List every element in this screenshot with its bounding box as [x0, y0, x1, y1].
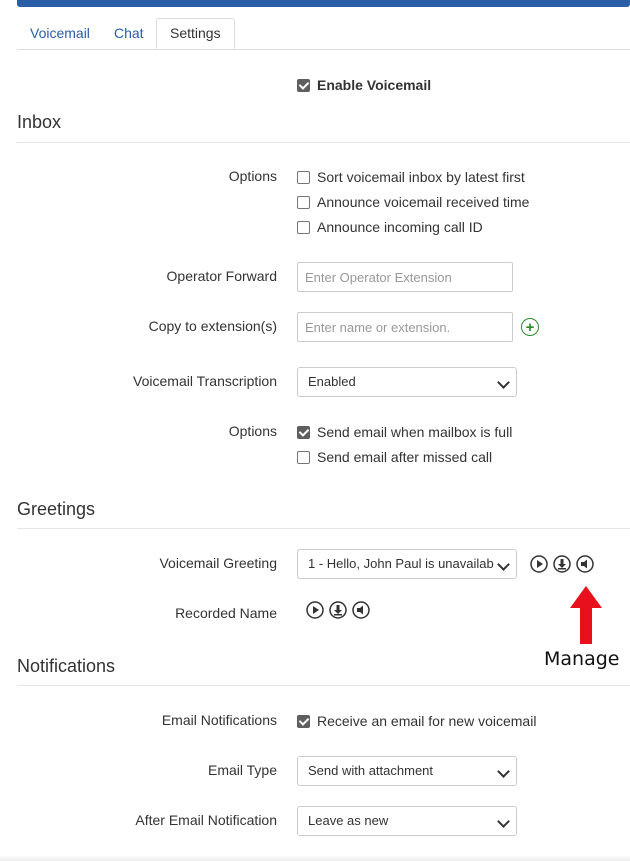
transcription-label: Voicemail Transcription: [133, 373, 277, 389]
annotation-arrow-icon: [570, 586, 602, 649]
enable-voicemail-label: Enable Voicemail: [317, 77, 432, 93]
transcription-value: Enabled: [308, 374, 356, 389]
sort-latest-checkbox[interactable]: [297, 170, 310, 184]
voicemail-greeting-select[interactable]: 1 - Hello, John Paul is unavailab: [297, 549, 517, 579]
option-announce-time[interactable]: Announce voicemail received time: [297, 193, 529, 211]
inbox-heading: Inbox: [17, 112, 62, 132]
announce-time-label: Announce voicemail received time: [317, 194, 530, 210]
tab-settings[interactable]: Settings: [156, 18, 235, 49]
option-mailbox-full[interactable]: Send email when mailbox is full: [297, 423, 512, 441]
operator-forward-input[interactable]: [297, 262, 513, 292]
tab-chat[interactable]: Chat: [101, 18, 157, 49]
inbox-options-label: Options: [228, 168, 277, 184]
announce-callid-checkbox[interactable]: [297, 220, 310, 234]
greetings-divider: [17, 528, 630, 529]
option-missed-call[interactable]: Send email after missed call: [297, 448, 492, 466]
voicemail-greeting-label: Voicemail Greeting: [159, 555, 277, 571]
greeting-speaker-icon[interactable]: [576, 555, 594, 573]
chevron-down-icon: [497, 558, 510, 571]
chevron-down-icon: [497, 765, 510, 778]
email-notifications-row[interactable]: Receive an email for new voicemail: [297, 712, 536, 730]
recorded-name-download-icon[interactable]: [329, 601, 347, 619]
tab-bar: Voicemail Chat Settings: [17, 18, 630, 50]
option-sort-latest[interactable]: Sort voicemail inbox by latest first: [297, 168, 525, 186]
sort-latest-label: Sort voicemail inbox by latest first: [317, 169, 525, 185]
missed-call-checkbox[interactable]: [297, 450, 310, 464]
announce-time-checkbox[interactable]: [297, 195, 310, 209]
enable-voicemail-row[interactable]: Enable Voicemail: [297, 76, 431, 94]
inbox-options2-label: Options: [228, 423, 277, 439]
annotation-label: Manage: [544, 648, 620, 670]
email-type-label: Email Type: [208, 762, 277, 778]
enable-voicemail-checkbox[interactable]: [297, 78, 310, 92]
option-announce-callid[interactable]: Announce incoming call ID: [297, 218, 483, 236]
recorded-name-label: Recorded Name: [175, 605, 277, 621]
copy-to-input[interactable]: [297, 312, 513, 342]
after-email-value: Leave as new: [308, 813, 389, 828]
top-accent-bar: [17, 0, 630, 7]
chevron-down-icon: [497, 376, 510, 389]
recorded-name-speaker-icon[interactable]: [352, 601, 370, 619]
operator-forward-label: Operator Forward: [166, 268, 277, 284]
email-type-value: Send with attachment: [308, 763, 434, 778]
greetings-heading: Greetings: [17, 499, 96, 519]
notifications-heading: Notifications: [17, 656, 116, 676]
voicemail-greeting-value: 1 - Hello, John Paul is unavailab: [308, 556, 494, 571]
email-new-voicemail-checkbox[interactable]: [297, 714, 310, 728]
notifications-divider: [17, 685, 630, 686]
copy-to-label: Copy to extension(s): [148, 318, 277, 334]
email-notifications-label: Email Notifications: [161, 712, 277, 728]
inbox-divider: [17, 142, 630, 143]
tab-voicemail[interactable]: Voicemail: [17, 18, 103, 49]
email-new-voicemail-label: Receive an email for new voicemail: [317, 713, 537, 729]
missed-call-label: Send email after missed call: [317, 449, 493, 465]
after-email-select[interactable]: Leave as new: [297, 806, 517, 836]
greeting-play-icon[interactable]: [530, 555, 548, 573]
email-type-select[interactable]: Send with attachment: [297, 756, 517, 786]
announce-callid-label: Announce incoming call ID: [317, 219, 483, 235]
add-extension-icon[interactable]: +: [521, 318, 539, 336]
chevron-down-icon: [497, 815, 510, 828]
bottom-shadow: [0, 855, 630, 861]
mailbox-full-checkbox[interactable]: [297, 425, 310, 439]
mailbox-full-label: Send email when mailbox is full: [317, 424, 513, 440]
greeting-download-icon[interactable]: [553, 555, 571, 573]
recorded-name-play-icon[interactable]: [306, 601, 324, 619]
after-email-label: After Email Notification: [135, 812, 277, 828]
transcription-select[interactable]: Enabled: [297, 367, 517, 397]
